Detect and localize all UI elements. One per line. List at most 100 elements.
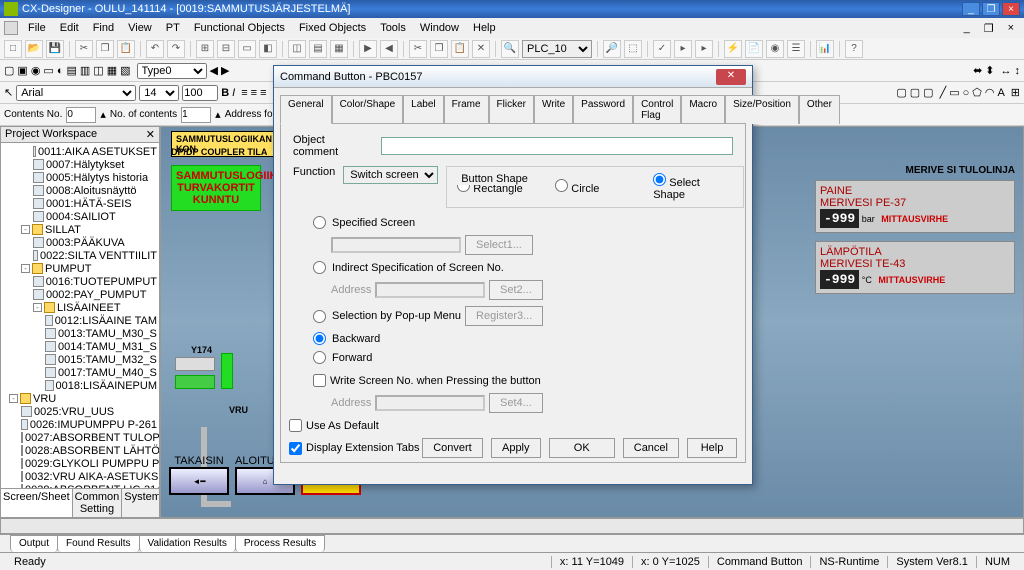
- tb-copy-icon[interactable]: ❐: [430, 40, 448, 58]
- size-combo[interactable]: 14: [139, 85, 179, 101]
- menu-pt[interactable]: PT: [160, 20, 186, 36]
- tb2-3[interactable]: ◉: [31, 64, 41, 77]
- tb2-r4[interactable]: ↕: [1015, 65, 1021, 77]
- tb-22[interactable]: ⬚: [624, 40, 642, 58]
- tab-other[interactable]: Other: [799, 95, 840, 124]
- tb-9[interactable]: ⊞: [196, 40, 214, 58]
- tree-item[interactable]: 0012:LISÄAINE TAM: [3, 314, 157, 327]
- tb-new-icon[interactable]: □: [4, 40, 22, 58]
- menu-view[interactable]: View: [122, 20, 158, 36]
- tree-item[interactable]: 0002:PAY_PUMPUT: [3, 288, 157, 301]
- tb2-r1[interactable]: ⬌: [973, 64, 982, 77]
- tree-item[interactable]: 0013:TAMU_M30_S: [3, 327, 157, 340]
- tree-item[interactable]: 0022:SILTA VENTTIILIT: [3, 249, 157, 262]
- minimize-button[interactable]: _: [962, 2, 980, 16]
- tab-password[interactable]: Password: [573, 95, 633, 124]
- opt-specified[interactable]: [313, 216, 326, 229]
- plc-select[interactable]: PLC_10: [522, 40, 592, 58]
- rtab-found[interactable]: Found Results: [57, 535, 139, 552]
- tb-save-icon[interactable]: 💾: [46, 40, 64, 58]
- tbr-grid-icon[interactable]: ⊞: [1011, 86, 1020, 99]
- tbr-arc-icon[interactable]: ◠: [985, 86, 995, 99]
- tree-item[interactable]: 0026:IMUPUMPPU P-261: [3, 418, 157, 431]
- shape-circle[interactable]: Circle: [555, 179, 635, 195]
- tab-color[interactable]: Color/Shape: [332, 95, 404, 124]
- tree-close-icon[interactable]: ✕: [146, 128, 155, 141]
- tree-item[interactable]: -VRU: [3, 392, 157, 405]
- tree-item[interactable]: 0014:TAMU_M31_S: [3, 340, 157, 353]
- tb2-12[interactable]: ▶: [221, 64, 229, 77]
- rtab-valid[interactable]: Validation Results: [139, 535, 236, 552]
- tbr-line-icon[interactable]: ╱: [940, 86, 947, 99]
- valve-icon[interactable]: [221, 353, 233, 389]
- tb2-6[interactable]: ▤: [66, 64, 76, 77]
- menu-fixedobj[interactable]: Fixed Objects: [293, 20, 372, 36]
- tb-24[interactable]: ▸: [674, 40, 692, 58]
- green-status[interactable]: SAMMUTUSLOGIIKAN TURVAKORTIT KUNNTU: [171, 165, 261, 211]
- tb3-center-icon[interactable]: ≡: [251, 87, 257, 99]
- tab-frame[interactable]: Frame: [444, 95, 489, 124]
- tb-5[interactable]: ❐: [96, 40, 114, 58]
- tree-item[interactable]: 0004:SAILIOT: [3, 210, 157, 223]
- opt-forward[interactable]: [313, 351, 326, 364]
- apply-button[interactable]: Apply: [491, 438, 541, 458]
- tree-item[interactable]: 0005:Hälytys historia: [3, 171, 157, 184]
- tb-find-icon[interactable]: 🔎: [603, 40, 621, 58]
- tree-item[interactable]: 0007:Hälytykset: [3, 158, 157, 171]
- tab-size[interactable]: Size/Position: [725, 95, 799, 124]
- cancel-button[interactable]: Cancel: [623, 438, 679, 458]
- tb2-8[interactable]: ◫: [93, 64, 103, 77]
- tb-8[interactable]: ↷: [167, 40, 185, 58]
- tab-write[interactable]: Write: [534, 95, 573, 124]
- tbr-circle-icon[interactable]: ○: [963, 87, 970, 99]
- tree-item[interactable]: 0027:ABSORBENT TULOP: [3, 431, 157, 444]
- type-combo[interactable]: Type0: [137, 63, 207, 79]
- tb-11[interactable]: ▭: [238, 40, 256, 58]
- tb2-2[interactable]: ▣: [17, 64, 27, 77]
- tb-del-icon[interactable]: ✕: [472, 40, 490, 58]
- tree-item[interactable]: 0032:VRU AIKA-ASETUKSE: [3, 470, 157, 483]
- menu-funcobj[interactable]: Functional Objects: [188, 20, 291, 36]
- tb-7[interactable]: ↶: [146, 40, 164, 58]
- handle-row[interactable]: [175, 357, 215, 371]
- contents-no-input[interactable]: [66, 107, 96, 123]
- mdi-min[interactable]: _: [958, 20, 976, 36]
- tb-15[interactable]: ▦: [330, 40, 348, 58]
- tb-paste-icon[interactable]: 📋: [451, 40, 469, 58]
- tab-label[interactable]: Label: [403, 95, 443, 124]
- menu-tools[interactable]: Tools: [374, 20, 412, 36]
- tb-23[interactable]: ✓: [653, 40, 671, 58]
- tb-30[interactable]: 📊: [816, 40, 834, 58]
- tbr-text-icon[interactable]: A: [997, 87, 1004, 99]
- tb-13[interactable]: ◫: [288, 40, 306, 58]
- menu-file[interactable]: File: [22, 20, 52, 36]
- tb-28[interactable]: ◉: [766, 40, 784, 58]
- tb2-11[interactable]: ◀: [210, 64, 218, 77]
- tb2-r2[interactable]: ⬍: [985, 64, 994, 77]
- tree-tab-screen[interactable]: Screen/Sheet: [1, 489, 73, 517]
- tbr-2[interactable]: ▢: [910, 86, 920, 99]
- tb3-bold-icon[interactable]: B: [221, 87, 229, 99]
- tb-29[interactable]: ☰: [787, 40, 805, 58]
- ok-button[interactable]: OK: [549, 438, 615, 458]
- h-scrollbar[interactable]: [0, 518, 1024, 534]
- tb2-7[interactable]: ▥: [80, 64, 90, 77]
- gauge-temp[interactable]: LÄMPÖTILA MERIVESI TE-43 -999 °C MITTAUS…: [815, 241, 1015, 294]
- tb-10[interactable]: ⊟: [217, 40, 235, 58]
- tree-item[interactable]: -SILLAT: [3, 223, 157, 236]
- tree-item[interactable]: 0008:Aloitusnäyttö: [3, 184, 157, 197]
- tb-25[interactable]: ▸: [695, 40, 713, 58]
- tab-flicker[interactable]: Flicker: [489, 95, 534, 124]
- convert-button[interactable]: Convert: [422, 438, 483, 458]
- noof-input[interactable]: [181, 107, 211, 123]
- tb2-5[interactable]: ◐: [57, 65, 64, 77]
- rtab-proc[interactable]: Process Results: [235, 535, 325, 552]
- tb-27[interactable]: 📄: [745, 40, 763, 58]
- tb-help-icon[interactable]: ?: [845, 40, 863, 58]
- tbr-poly-icon[interactable]: ⬠: [972, 86, 982, 99]
- tbr-1[interactable]: ▢: [896, 86, 906, 99]
- tree-item[interactable]: 0017:TAMU_M40_S: [3, 366, 157, 379]
- help-button[interactable]: Help: [687, 438, 737, 458]
- tb3-left-icon[interactable]: ≡: [241, 87, 247, 99]
- tree-item[interactable]: 0025:VRU_UUS: [3, 405, 157, 418]
